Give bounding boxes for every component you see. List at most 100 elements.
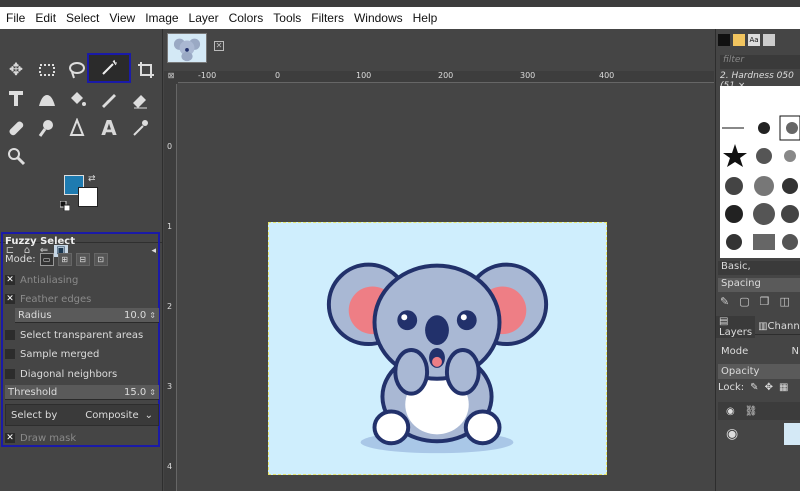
- menu-windows[interactable]: Windows: [354, 11, 403, 25]
- tool-options-panel: Fuzzy Select Mode: ▭ ⊞ ⊟ ⊡ ✕ Antialiasin…: [1, 232, 160, 447]
- right-dock-tabs: Aa: [718, 34, 775, 46]
- brush-actions: ✎ ▢ ❐ ◫: [720, 295, 790, 308]
- menu-colors[interactable]: Colors: [229, 11, 264, 25]
- menu-layer[interactable]: Layer: [189, 11, 219, 25]
- menu-image[interactable]: Image: [145, 11, 178, 25]
- ruler-label: 100: [356, 71, 372, 80]
- patterns-tab-icon[interactable]: [733, 34, 745, 46]
- ruler-label: 400: [599, 71, 615, 80]
- opacity-field[interactable]: Opacity: [718, 364, 800, 379]
- layer-mode-value: N: [791, 346, 799, 357]
- new-brush-icon[interactable]: ▢: [739, 295, 749, 308]
- draw-mask-checkbox[interactable]: ✕: [5, 433, 15, 443]
- duplicate-brush-icon[interactable]: ❐: [760, 295, 770, 308]
- tab-channels[interactable]: ▥Channe: [755, 321, 800, 332]
- paths-tool-icon[interactable]: [65, 116, 89, 140]
- fonts-tab-icon[interactable]: Aa: [748, 34, 760, 46]
- sample-merged-checkbox[interactable]: [5, 349, 15, 359]
- lock-label: Lock:: [718, 382, 745, 393]
- layer-list-header: ◉ ⛓: [718, 402, 800, 420]
- diagonal-neighbors-label: Diagonal neighbors: [20, 368, 118, 380]
- background-color-swatch[interactable]: [78, 187, 98, 207]
- brush-grid[interactable]: [720, 86, 800, 258]
- move-tool-icon[interactable]: ✥: [4, 58, 28, 82]
- select-by-dropdown[interactable]: Select by Composite ⌄: [5, 404, 159, 426]
- brush-filter-input[interactable]: filter: [720, 55, 800, 69]
- chevron-down-icon: ⌄: [144, 409, 153, 421]
- mode-replace-button[interactable]: ▭: [39, 253, 54, 266]
- ruler-label: 3: [167, 382, 173, 391]
- ruler-label: 300: [520, 71, 536, 80]
- menu-file[interactable]: File: [6, 11, 25, 25]
- mode-row: Mode: ▭ ⊞ ⊟ ⊡: [5, 253, 108, 266]
- mode-intersect-button[interactable]: ⊡: [93, 253, 108, 266]
- threshold-spin-icon[interactable]: ⇕: [149, 388, 156, 397]
- threshold-field[interactable]: Threshold 15.0 ⇕: [5, 385, 159, 400]
- radius-spin-icon[interactable]: ⇕: [149, 311, 156, 320]
- visibility-header-icon: ◉: [726, 405, 735, 417]
- image-canvas[interactable]: [268, 222, 607, 475]
- select-transparent-option[interactable]: Select transparent areas: [5, 327, 143, 343]
- spacing-field[interactable]: Spacing: [718, 278, 800, 292]
- bucket-fill-tool-icon[interactable]: [65, 87, 89, 111]
- image-tab-thumbnail[interactable]: [167, 33, 207, 63]
- sample-merged-option[interactable]: Sample merged: [5, 346, 99, 362]
- mode-subtract-button[interactable]: ⊟: [75, 253, 90, 266]
- menu-tools[interactable]: Tools: [273, 11, 301, 25]
- menu-help[interactable]: Help: [413, 11, 438, 25]
- edit-brush-icon[interactable]: ✎: [720, 295, 729, 308]
- menu-edit[interactable]: Edit: [35, 11, 56, 25]
- text-tool-icon[interactable]: A: [97, 116, 121, 140]
- radius-field[interactable]: Radius 10.0 ⇕: [15, 308, 159, 323]
- antialiasing-option[interactable]: ✕ Antialiasing: [5, 272, 78, 288]
- layer-thumbnail: [784, 423, 800, 445]
- diagonal-neighbors-option[interactable]: Diagonal neighbors: [5, 366, 117, 382]
- antialiasing-checkbox[interactable]: ✕: [5, 275, 15, 285]
- right-dock: Aa filter 2. Hardness 050 (51 × Basic, S…: [715, 29, 800, 491]
- ruler-corner-icon[interactable]: ⊠: [164, 71, 178, 84]
- menu-bar: File Edit Select View Image Layer Colors…: [0, 7, 800, 29]
- gradients-tab-icon[interactable]: [763, 34, 775, 46]
- menu-filters[interactable]: Filters: [311, 11, 344, 25]
- eraser-tool-icon[interactable]: [128, 87, 152, 111]
- swap-colors-icon[interactable]: ⇄: [88, 174, 96, 184]
- menu-select[interactable]: Select: [66, 11, 99, 25]
- color-picker-tool-icon[interactable]: [128, 116, 152, 140]
- feather-edges-option[interactable]: ✕ Feather edges: [5, 291, 91, 307]
- reset-colors-icon[interactable]: [60, 201, 70, 211]
- brushes-tab-icon[interactable]: [718, 34, 730, 46]
- radius-value: 10.0: [124, 309, 147, 321]
- rect-select-tool-icon[interactable]: [35, 58, 59, 82]
- select-transparent-checkbox[interactable]: [5, 330, 15, 340]
- horizontal-ruler: -100 0 100 200 300 400: [178, 71, 714, 83]
- brush-set-field[interactable]: Basic,: [718, 261, 800, 275]
- menu-view[interactable]: View: [109, 11, 135, 25]
- lock-pixels-icon[interactable]: ✎: [750, 382, 758, 393]
- delete-brush-icon[interactable]: ◫: [780, 295, 790, 308]
- lasso-tool-icon[interactable]: [65, 58, 89, 82]
- draw-mask-option[interactable]: ✕ Draw mask: [5, 430, 76, 446]
- heal-tool-icon[interactable]: [4, 116, 28, 140]
- lock-position-icon[interactable]: ✥: [765, 382, 773, 393]
- mode-add-button[interactable]: ⊞: [57, 253, 72, 266]
- paintbrush-tool-icon[interactable]: [97, 87, 121, 111]
- eye-icon[interactable]: ◉: [726, 426, 738, 442]
- draw-mask-label: Draw mask: [20, 432, 77, 444]
- crop-tool-icon[interactable]: [134, 58, 158, 82]
- zoom-tool-icon[interactable]: [4, 144, 28, 168]
- layer-mode-row[interactable]: Mode N: [718, 344, 800, 359]
- unified-transform-tool-icon[interactable]: [4, 87, 28, 111]
- chain-header-icon: ⛓: [744, 405, 758, 417]
- tab-layers[interactable]: ▤ Layers: [716, 315, 756, 338]
- close-image-tab-icon[interactable]: ✕: [214, 41, 224, 51]
- feather-edges-checkbox[interactable]: ✕: [5, 294, 15, 304]
- ruler-label: 4: [167, 462, 173, 471]
- smudge-tool-icon[interactable]: [35, 116, 59, 140]
- tab-layers-label: Layers: [719, 326, 753, 338]
- layers-dock-tabs: ▤ Layers ▥Channe: [716, 315, 800, 338]
- koala-illustration: [326, 262, 549, 454]
- diagonal-neighbors-checkbox[interactable]: [5, 369, 15, 379]
- warp-tool-icon[interactable]: [35, 87, 59, 111]
- fuzzy-select-tool-icon[interactable]: [87, 53, 131, 83]
- lock-alpha-icon[interactable]: ▦: [779, 382, 788, 393]
